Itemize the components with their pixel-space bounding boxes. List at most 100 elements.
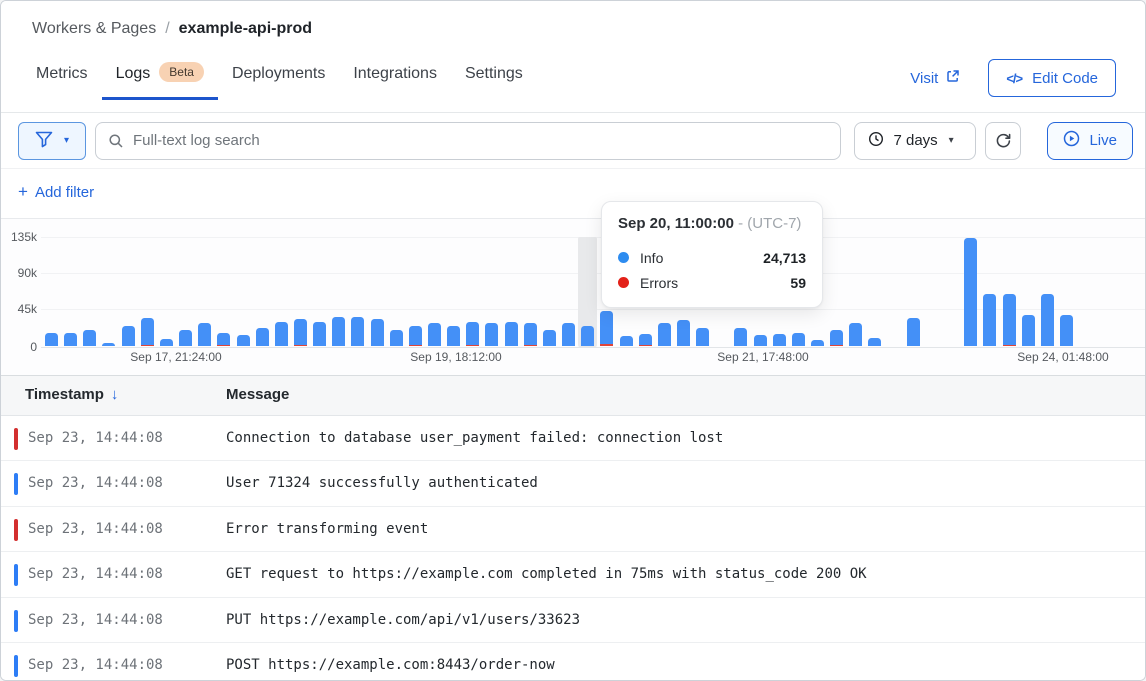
log-message: User 71324 successfully authenticated	[226, 475, 538, 491]
chart-bar[interactable]	[294, 319, 307, 346]
chart-bar[interactable]	[371, 319, 384, 346]
chart-bar[interactable]	[524, 323, 537, 346]
chart-bar[interactable]	[754, 335, 767, 346]
chart-bar[interactable]	[983, 294, 996, 346]
chart-bar[interactable]	[102, 343, 115, 346]
chart-bar[interactable]	[792, 333, 805, 346]
log-table-header: Timestamp↓ Message	[1, 376, 1145, 416]
chart-bar[interactable]	[773, 334, 786, 346]
external-link-icon	[946, 69, 960, 87]
log-row[interactable]: Sep 23, 14:44:08 POST https://example.co…	[1, 643, 1145, 680]
filter-bar: ▾ 7 days ▾	[1, 113, 1145, 169]
y-axis-tick: 135k	[1, 230, 37, 244]
chart-bar[interactable]	[447, 326, 460, 346]
chart-bar[interactable]	[83, 330, 96, 346]
chart-bar[interactable]	[964, 238, 977, 346]
tab-deployments[interactable]: Deployments	[218, 59, 339, 100]
tooltip-info-value: 24,713	[763, 250, 806, 266]
chart-bar[interactable]	[485, 323, 498, 346]
log-row[interactable]: Sep 23, 14:44:08 PUT https://example.com…	[1, 598, 1145, 643]
chart-bar[interactable]	[639, 334, 652, 346]
tooltip-title: Sep 20, 11:00:00 - (UTC-7)	[618, 215, 806, 232]
chart-bar[interactable]	[179, 330, 192, 346]
chart-bar-error-segment	[294, 345, 307, 347]
tab-label: Settings	[465, 65, 523, 82]
chart-bar[interactable]	[351, 317, 364, 346]
log-row[interactable]: Sep 23, 14:44:08 User 71324 successfully…	[1, 461, 1145, 506]
chart-bar[interactable]	[1060, 315, 1073, 346]
live-button[interactable]: Live	[1047, 122, 1133, 160]
chart-bar[interactable]	[1022, 315, 1035, 346]
chart-bar[interactable]	[122, 326, 135, 346]
log-message: Error transforming event	[226, 521, 428, 537]
filter-dropdown-button[interactable]: ▾	[18, 122, 86, 160]
chart-bar[interactable]	[1003, 294, 1016, 346]
chart-bar[interactable]	[677, 320, 690, 346]
log-table-body: Sep 23, 14:44:08 Connection to database …	[1, 416, 1145, 680]
log-row[interactable]: Sep 23, 14:44:08 Error transforming even…	[1, 507, 1145, 552]
column-header-timestamp[interactable]: Timestamp↓	[25, 386, 118, 403]
tooltip-timestamp: Sep 20, 11:00:00	[618, 215, 734, 232]
search-icon	[108, 133, 124, 149]
chart-bar[interactable]	[198, 323, 211, 346]
chart-bar[interactable]	[332, 317, 345, 346]
add-filter-button[interactable]: + Add filter	[18, 182, 94, 202]
workers-logs-page: Workers & Pages / example-api-prod Metri…	[0, 0, 1146, 681]
chart-bar[interactable]	[237, 335, 250, 346]
chart-bar[interactable]	[849, 323, 862, 346]
chart-bar[interactable]	[734, 328, 747, 346]
log-timestamp: Sep 23, 14:44:08	[28, 521, 163, 537]
search-input[interactable]	[95, 122, 841, 160]
breadcrumb-workers-pages[interactable]: Workers & Pages	[32, 20, 156, 38]
chart-bar[interactable]	[160, 339, 173, 346]
breadcrumb-current-project: example-api-prod	[179, 20, 312, 38]
chart-tooltip: Sep 20, 11:00:00 - (UTC-7) Info 24,713 E…	[601, 201, 823, 308]
chart-bar[interactable]	[141, 318, 154, 347]
chart-bar[interactable]	[390, 330, 403, 346]
y-axis-tick: 90k	[1, 266, 37, 280]
edit-code-button[interactable]: </> Edit Code	[988, 59, 1116, 97]
chart-bar[interactable]	[466, 322, 479, 346]
log-message: Connection to database user_payment fail…	[226, 430, 723, 446]
chart-bar[interactable]	[696, 328, 709, 346]
chart-bar[interactable]	[830, 330, 843, 346]
chart-bar[interactable]	[428, 323, 441, 346]
chart-bar[interactable]	[620, 336, 633, 346]
tab-metrics[interactable]: Metrics	[22, 59, 102, 100]
chart-bar[interactable]	[1041, 294, 1054, 346]
chart-bar[interactable]	[543, 330, 556, 346]
tab-logs[interactable]: LogsBeta	[102, 59, 218, 100]
chart-bar[interactable]	[505, 322, 518, 346]
chart-bar[interactable]	[581, 326, 594, 346]
chart-bar[interactable]	[658, 323, 671, 346]
chart-bar[interactable]	[256, 328, 269, 346]
chart-bar-error-segment	[524, 345, 537, 347]
tooltip-info-label: Info	[640, 250, 663, 266]
chart-bar[interactable]	[275, 322, 288, 346]
chart-bar-error-segment	[141, 345, 154, 347]
chart-bar[interactable]	[811, 340, 824, 346]
chart-bar-error-segment	[639, 345, 652, 347]
log-level-indicator	[14, 564, 18, 586]
chart-bar-error-segment	[1003, 345, 1016, 347]
chart-bar[interactable]	[64, 333, 77, 346]
chart-bar[interactable]	[409, 326, 422, 346]
chevron-down-icon: ▾	[64, 135, 69, 146]
chart-bar[interactable]	[600, 311, 613, 346]
chart-bar[interactable]	[45, 333, 58, 346]
refresh-button[interactable]	[985, 122, 1021, 160]
chart-bar[interactable]	[907, 318, 920, 347]
tab-integrations[interactable]: Integrations	[339, 59, 451, 100]
chart-bar[interactable]	[562, 323, 575, 346]
visit-link[interactable]: Visit	[910, 69, 960, 87]
chart-bar[interactable]	[217, 333, 230, 346]
clock-icon	[868, 131, 884, 151]
time-range-dropdown[interactable]: 7 days ▾	[854, 122, 976, 160]
tooltip-timezone: - (UTC-7)	[738, 215, 801, 232]
chart-bar[interactable]	[313, 322, 326, 346]
tab-settings[interactable]: Settings	[451, 59, 537, 100]
log-row[interactable]: Sep 23, 14:44:08 Connection to database …	[1, 416, 1145, 461]
log-row[interactable]: Sep 23, 14:44:08 GET request to https://…	[1, 552, 1145, 597]
chart-bar[interactable]	[868, 338, 881, 346]
chart-bar-error-segment	[466, 345, 479, 347]
